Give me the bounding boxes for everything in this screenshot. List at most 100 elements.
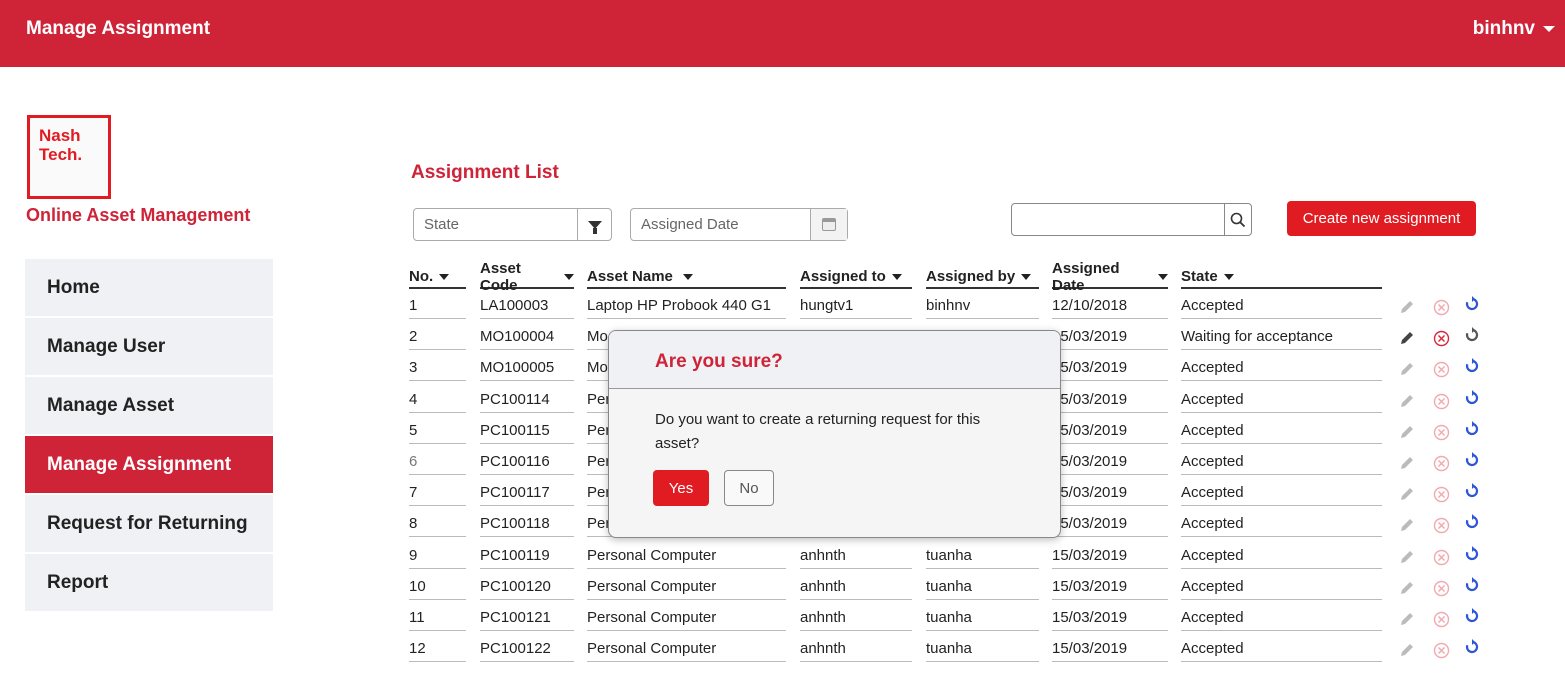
cell-assigned-to: anhnth: [800, 638, 912, 662]
filter-icon: [587, 220, 602, 234]
filter-button[interactable]: [577, 209, 611, 240]
cell-state: Accepted: [1181, 295, 1382, 319]
yes-button[interactable]: Yes: [653, 470, 709, 506]
cell-no: 4: [409, 389, 466, 413]
cell-state: Accepted: [1181, 451, 1382, 475]
return-icon[interactable]: [1463, 513, 1481, 531]
sidebar-item-home[interactable]: Home: [25, 259, 273, 316]
cell-asset-code: PC100120: [480, 576, 574, 600]
search-icon: [1230, 212, 1246, 227]
column-header-label: Asset Code: [480, 259, 521, 294]
cancel-circle-icon[interactable]: [1432, 360, 1450, 378]
return-icon[interactable]: [1463, 576, 1481, 594]
sort-caret-icon: [1021, 273, 1032, 280]
top-bar: Manage Assignment binhnv: [0, 0, 1565, 67]
column-header-assigned-to[interactable]: Assigned to: [800, 266, 912, 289]
edit-pencil-icon[interactable]: [1398, 454, 1416, 472]
sort-caret-icon: [1223, 273, 1234, 280]
column-header-state[interactable]: State: [1181, 266, 1382, 289]
sidebar-item-manage-asset[interactable]: Manage Asset: [25, 377, 273, 434]
cell-asset-name: Personal Computer: [587, 638, 786, 662]
cancel-circle-icon[interactable]: [1432, 329, 1450, 347]
username: binhnv: [1472, 18, 1535, 39]
cell-assigned-by: tuanha: [926, 607, 1039, 631]
assigned-date-label: Assigned Date: [641, 216, 739, 233]
edit-pencil-icon[interactable]: [1398, 392, 1416, 410]
column-header-label: Assigned by: [926, 268, 1016, 285]
edit-pencil-icon[interactable]: [1398, 548, 1416, 566]
cancel-circle-icon[interactable]: [1432, 548, 1450, 566]
cell-state: Accepted: [1181, 576, 1382, 600]
column-header-assigned-date[interactable]: Assigned Date: [1052, 260, 1168, 294]
assigned-date-filter[interactable]: Assigned Date: [630, 208, 848, 241]
cancel-circle-icon[interactable]: [1432, 516, 1450, 534]
sidebar-item-manage-user[interactable]: Manage User: [25, 318, 273, 375]
sort-caret-icon: [564, 273, 574, 280]
cancel-circle-icon[interactable]: [1432, 579, 1450, 597]
cancel-circle-icon[interactable]: [1432, 454, 1450, 472]
cancel-circle-icon[interactable]: [1432, 392, 1450, 410]
sidebar-item-manage-assignment[interactable]: Manage Assignment: [25, 436, 273, 493]
edit-pencil-icon[interactable]: [1398, 360, 1416, 378]
cell-no: 2: [409, 326, 466, 350]
return-icon[interactable]: [1463, 420, 1481, 438]
cell-assigned-date: 15/03/2019: [1052, 451, 1168, 475]
edit-pencil-icon[interactable]: [1398, 516, 1416, 534]
cancel-circle-icon[interactable]: [1432, 423, 1450, 441]
sort-caret-icon: [891, 273, 902, 280]
cell-asset-code: PC100114: [480, 389, 574, 413]
column-header-asset-code[interactable]: Asset Code: [480, 260, 574, 294]
cell-no: 3: [409, 357, 466, 381]
return-icon[interactable]: [1463, 357, 1481, 375]
cancel-circle-icon[interactable]: [1432, 298, 1450, 316]
confirm-return-dialog: Are you sure? Do you want to create a re…: [608, 330, 1061, 538]
column-header-assigned-by[interactable]: Assigned by: [926, 266, 1039, 289]
sidebar-item-report[interactable]: Report: [25, 554, 273, 611]
cell-state: Accepted: [1181, 607, 1382, 631]
return-icon[interactable]: [1463, 607, 1481, 625]
logo-line-2: Tech.: [39, 145, 83, 164]
search-box: [1011, 203, 1252, 236]
no-button[interactable]: No: [724, 470, 774, 506]
return-icon[interactable]: [1463, 389, 1481, 407]
user-menu[interactable]: binhnv: [1473, 18, 1555, 40]
edit-pencil-icon[interactable]: [1398, 329, 1416, 347]
search-input[interactable]: [1012, 204, 1224, 235]
app-name: Online Asset Management: [26, 205, 251, 225]
state-filter[interactable]: State: [413, 208, 612, 241]
column-header-no[interactable]: No.: [409, 266, 466, 289]
column-header-asset-name[interactable]: Asset Name: [587, 266, 786, 289]
cell-asset-code: PC100118: [480, 513, 574, 537]
return-icon[interactable]: [1463, 638, 1481, 656]
return-icon[interactable]: [1463, 482, 1481, 500]
edit-pencil-icon[interactable]: [1398, 641, 1416, 659]
cell-assigned-date: 15/03/2019: [1052, 638, 1168, 662]
cell-no: 10: [409, 576, 466, 600]
edit-pencil-icon[interactable]: [1398, 579, 1416, 597]
edit-pencil-icon[interactable]: [1398, 610, 1416, 628]
cell-asset-code: PC100119: [480, 545, 574, 569]
cell-asset-code: MO100004: [480, 326, 574, 350]
cell-assigned-to: anhnth: [800, 545, 912, 569]
cancel-circle-icon[interactable]: [1432, 485, 1450, 503]
sidebar-item-request-for-returning[interactable]: Request for Returning: [25, 495, 273, 552]
cell-assigned-to: anhnth: [800, 607, 912, 631]
cell-asset-code: LA100003: [480, 295, 574, 319]
cell-assigned-date: 15/03/2019: [1052, 357, 1168, 381]
cell-no: 9: [409, 545, 466, 569]
edit-pencil-icon[interactable]: [1398, 298, 1416, 316]
cancel-circle-icon[interactable]: [1432, 641, 1450, 659]
search-button[interactable]: [1224, 204, 1251, 235]
return-icon[interactable]: [1463, 295, 1481, 313]
cancel-circle-icon[interactable]: [1432, 610, 1450, 628]
edit-pencil-icon[interactable]: [1398, 423, 1416, 441]
cell-no: 12: [409, 638, 466, 662]
cell-state: Accepted: [1181, 482, 1382, 506]
return-icon[interactable]: [1463, 326, 1481, 344]
edit-pencil-icon[interactable]: [1398, 485, 1416, 503]
create-assignment-button[interactable]: Create new assignment: [1287, 201, 1476, 236]
cell-no: 7: [409, 482, 466, 506]
return-icon[interactable]: [1463, 545, 1481, 563]
return-icon[interactable]: [1463, 451, 1481, 469]
calendar-button[interactable]: [810, 209, 847, 240]
